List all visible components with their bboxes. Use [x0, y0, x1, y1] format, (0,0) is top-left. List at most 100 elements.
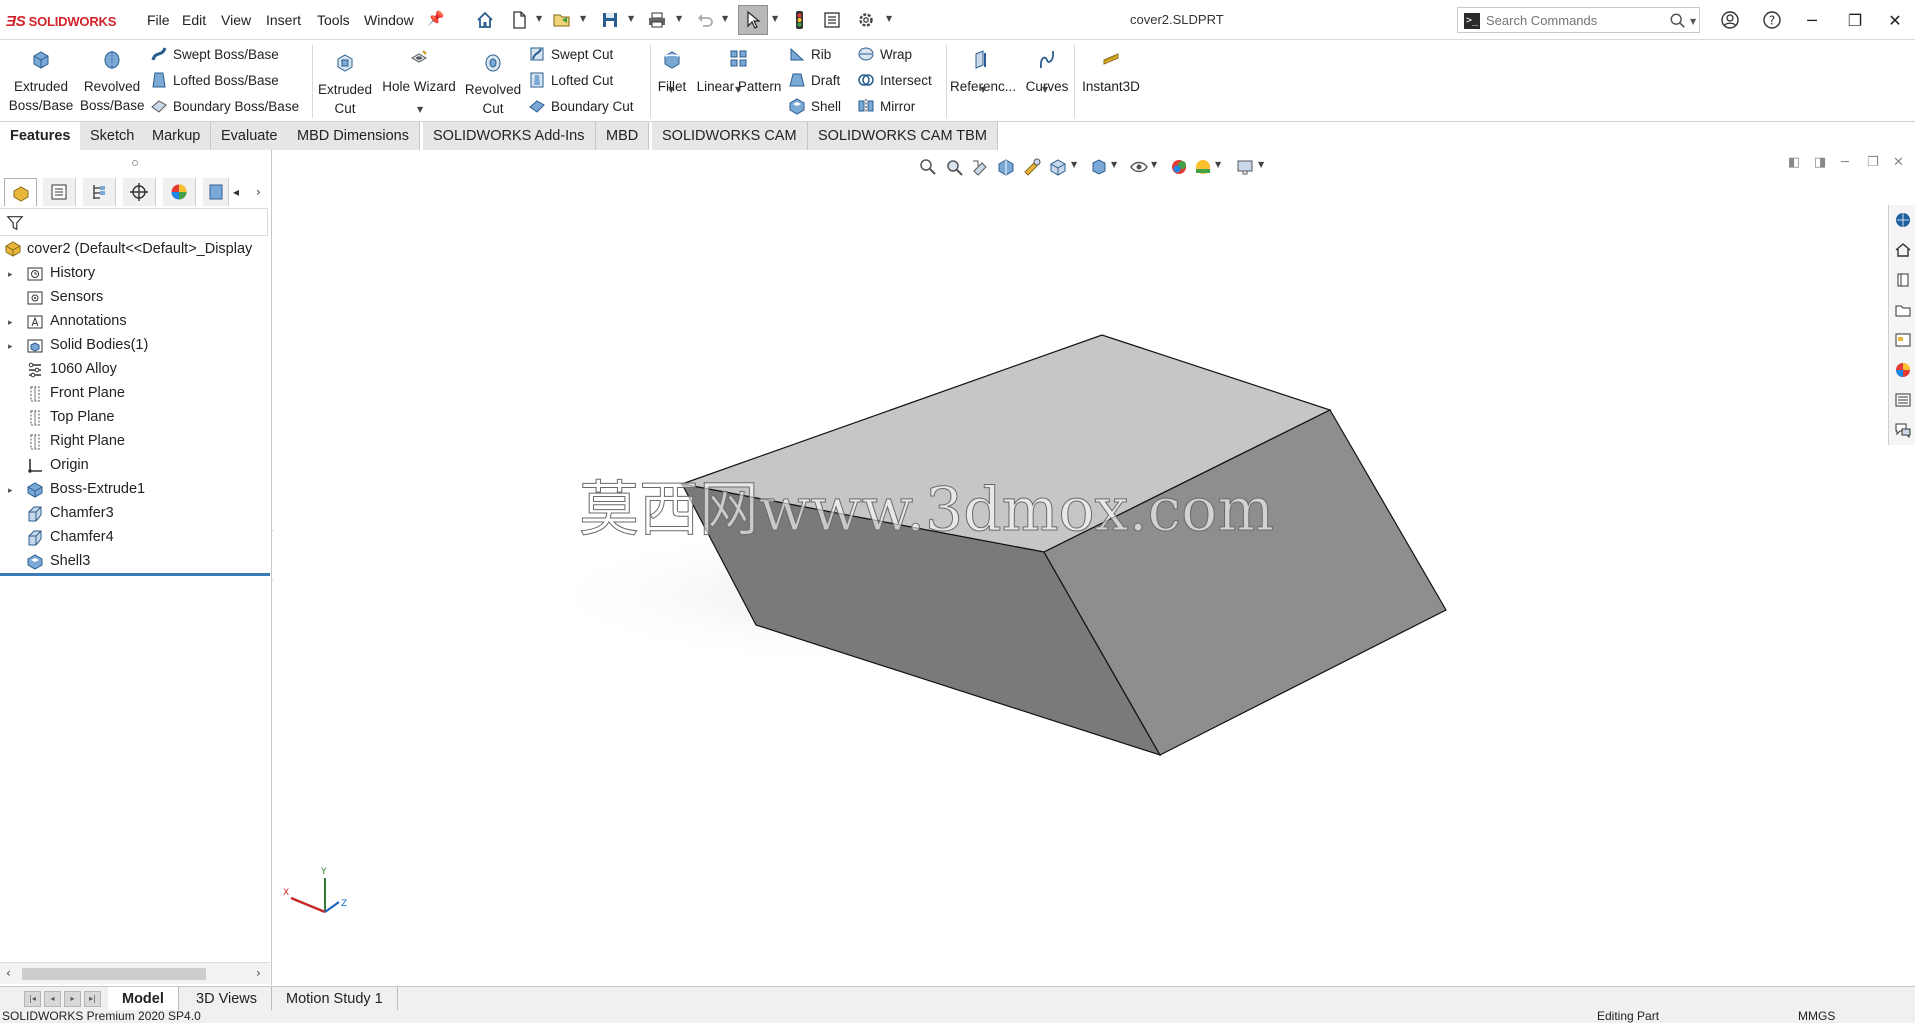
- select-dropdown-icon[interactable]: ▼: [772, 14, 778, 23]
- dimxpert-manager-tab[interactable]: [123, 178, 156, 206]
- save-icon[interactable]: [598, 8, 622, 32]
- rib-button[interactable]: Rib: [788, 43, 831, 65]
- print-icon[interactable]: [645, 8, 669, 32]
- previous-tab-icon[interactable]: ◂: [44, 991, 61, 1007]
- curves-dropdown-icon[interactable]: ▼: [1042, 85, 1048, 94]
- hole-wizard-dropdown-icon[interactable]: ▼: [417, 105, 423, 114]
- expand-arrow-icon[interactable]: ▸: [8, 317, 13, 328]
- fillet-dropdown-icon[interactable]: ▼: [668, 85, 674, 94]
- menu-edit[interactable]: Edit: [182, 12, 206, 28]
- expand-arrow-icon[interactable]: ▸: [8, 485, 13, 496]
- first-tab-icon[interactable]: |◂: [24, 991, 41, 1007]
- lofted-boss-button[interactable]: Lofted Boss/Base: [150, 69, 279, 91]
- view-palette-icon[interactable]: [1892, 329, 1914, 351]
- scroll-left-icon[interactable]: ‹: [6, 966, 11, 980]
- hole-wizard-button[interactable]: Hole Wizard: [380, 48, 458, 96]
- file-properties-icon[interactable]: [820, 8, 844, 32]
- tree-node[interactable]: Chamfer3: [0, 502, 270, 526]
- search-dropdown-icon[interactable]: ▼: [1690, 17, 1696, 26]
- restore-icon[interactable]: ❐: [1840, 8, 1870, 32]
- shell-button[interactable]: Shell: [788, 95, 841, 117]
- menu-file[interactable]: File: [147, 12, 170, 28]
- extruded-boss-button[interactable]: Extruded Boss/Base: [8, 48, 74, 115]
- appearances-icon[interactable]: [1892, 359, 1914, 381]
- tree-node[interactable]: Top Plane: [0, 406, 270, 430]
- open-folder-icon[interactable]: [550, 8, 574, 32]
- tree-node[interactable]: Front Plane: [0, 382, 270, 406]
- tree-horizontal-scrollbar[interactable]: ‹ ›: [0, 962, 270, 984]
- tree-node[interactable]: ▸ Solid Bodies(1): [0, 334, 270, 358]
- tree-node[interactable]: ▸ Boss-Extrude1: [0, 478, 270, 502]
- tree-root-part[interactable]: cover2 (Default<<Default>_Display: [4, 238, 252, 260]
- property-manager-tab[interactable]: [43, 178, 76, 206]
- tab-motion-study-1[interactable]: Motion Study 1: [272, 987, 398, 1011]
- tree-node[interactable]: Chamfer4: [0, 526, 270, 550]
- tab-mbd-dimensions[interactable]: MBD Dimensions: [287, 122, 420, 150]
- revolved-cut-button[interactable]: Revolved Cut: [464, 51, 522, 118]
- tree-filter-bar[interactable]: [0, 208, 268, 236]
- undo-dropdown-icon[interactable]: ▼: [722, 14, 728, 23]
- configuration-manager-tab[interactable]: [83, 178, 116, 206]
- new-document-icon[interactable]: [507, 8, 531, 32]
- last-tab-icon[interactable]: ▸|: [84, 991, 101, 1007]
- tab-3d-views[interactable]: 3D Views: [182, 987, 272, 1011]
- wrap-button[interactable]: Wrap: [857, 43, 912, 65]
- tab-solidworks-cam-tbm[interactable]: SOLIDWORKS CAM TBM: [808, 122, 998, 150]
- instant3d-button[interactable]: Instant3D: [1078, 48, 1144, 96]
- next-tab-icon[interactable]: ▸: [64, 991, 81, 1007]
- search-icon[interactable]: [1669, 12, 1687, 30]
- minimize-icon[interactable]: ─: [1797, 8, 1827, 32]
- lofted-cut-button[interactable]: Lofted Cut: [528, 69, 613, 91]
- swept-cut-button[interactable]: Swept Cut: [528, 43, 613, 65]
- home-icon[interactable]: [473, 8, 497, 32]
- search-commands-input[interactable]: [1486, 11, 1656, 29]
- graphics-area[interactable]: ▼ ▼ ▼ ▼ ▼ ◧ ◨ ─ ❐ ✕ 莫西网www.3dmox.com Y X…: [273, 150, 1904, 985]
- close-icon[interactable]: ✕: [1880, 8, 1910, 32]
- tree-node[interactable]: ▸ Annotations: [0, 310, 270, 334]
- reference-dropdown-icon[interactable]: ▼: [980, 85, 986, 94]
- scroll-right-icon[interactable]: ›: [256, 966, 261, 980]
- draft-button[interactable]: Draft: [788, 69, 840, 91]
- tab-evaluate[interactable]: Evaluate: [211, 122, 289, 150]
- save-dropdown-icon[interactable]: ▼: [628, 14, 634, 23]
- solidworks-resources-icon[interactable]: [1892, 209, 1914, 231]
- user-account-icon[interactable]: [1719, 9, 1741, 31]
- tree-node[interactable]: ▸ History: [0, 262, 270, 286]
- forum-icon[interactable]: [1892, 419, 1914, 441]
- custom-properties-icon[interactable]: [1892, 389, 1914, 411]
- boundary-cut-button[interactable]: Boundary Cut: [528, 95, 634, 117]
- menu-view[interactable]: View: [221, 12, 251, 28]
- menu-insert[interactable]: Insert: [266, 12, 301, 28]
- tab-mbd[interactable]: MBD: [596, 122, 650, 150]
- tree-node[interactable]: Right Plane: [0, 430, 270, 454]
- rebuild-icon[interactable]: [787, 8, 811, 32]
- design-library-icon[interactable]: [1892, 269, 1914, 291]
- cam-manager-tab[interactable]: [203, 178, 229, 206]
- status-units[interactable]: MMGS: [1798, 1010, 1835, 1023]
- rollback-bar[interactable]: [0, 573, 270, 576]
- solidworks-logo[interactable]: ƎS SOLIDWORKS: [6, 11, 116, 31]
- tab-features[interactable]: Features: [0, 122, 82, 150]
- print-dropdown-icon[interactable]: ▼: [676, 14, 682, 23]
- tab-scroll-right-icon[interactable]: ›: [256, 185, 261, 199]
- tab-solidworks-add-ins[interactable]: SOLIDWORKS Add-Ins: [423, 122, 596, 150]
- expand-arrow-icon[interactable]: ▸: [8, 341, 13, 352]
- tab-scroll-left-icon[interactable]: ◂: [233, 185, 239, 199]
- scroll-thumb[interactable]: [22, 968, 206, 980]
- options-gear-icon[interactable]: [854, 8, 878, 32]
- linear-pattern-dropdown-icon[interactable]: ▼: [735, 85, 741, 94]
- viewport-close-icon[interactable]: ✕: [1893, 155, 1904, 170]
- tree-node[interactable]: Shell3: [0, 550, 270, 574]
- extruded-cut-button[interactable]: Extruded Cut: [316, 51, 374, 118]
- options-dropdown-icon[interactable]: ▼: [886, 14, 892, 23]
- new-dropdown-icon[interactable]: ▼: [536, 14, 542, 23]
- tab-sketch[interactable]: Sketch: [80, 122, 146, 150]
- menu-window[interactable]: Window: [364, 12, 414, 28]
- help-icon[interactable]: ?: [1761, 9, 1783, 31]
- tab-solidworks-cam[interactable]: SOLIDWORKS CAM: [652, 122, 808, 150]
- tree-node[interactable]: Origin: [0, 454, 270, 478]
- tab-model[interactable]: Model: [108, 987, 179, 1011]
- pin-menu-icon[interactable]: 📌: [427, 11, 444, 27]
- file-explorer-icon[interactable]: [1892, 299, 1914, 321]
- home-pane-icon[interactable]: [1892, 239, 1914, 261]
